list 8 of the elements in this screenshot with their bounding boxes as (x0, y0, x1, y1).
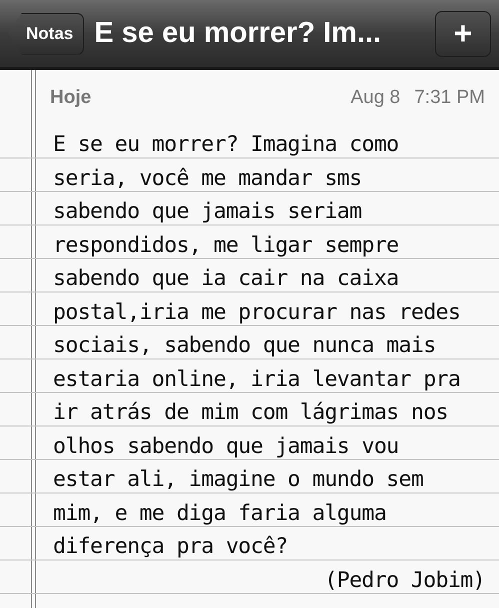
note-text: E se eu morrer? Imagina como seria, você me mandar sms sabendo que jamais seriam respondidos, me ligar sempre sabendo que ia cair na caixa postal,iria me procurar nas redes sociais, sabendo que nunca mais estaria online, iria levantar pra ir atrás de mim com lágrimas nos olhos sabendo que jamais vou estar ali, imagine o mundo sem mim, e me diga faria alguma diferença pra você? (53, 131, 462, 561)
note-title: E se eu morrer? Im... (94, 17, 382, 50)
note-day: Hoje (50, 86, 92, 108)
note-signature: (Pedro Jobim) (324, 568, 485, 592)
note-time: 7:31 PM (414, 86, 485, 108)
note-date: Aug 8 (350, 86, 400, 108)
add-button[interactable]: + (435, 10, 491, 56)
back-button[interactable]: Notas (8, 12, 84, 54)
